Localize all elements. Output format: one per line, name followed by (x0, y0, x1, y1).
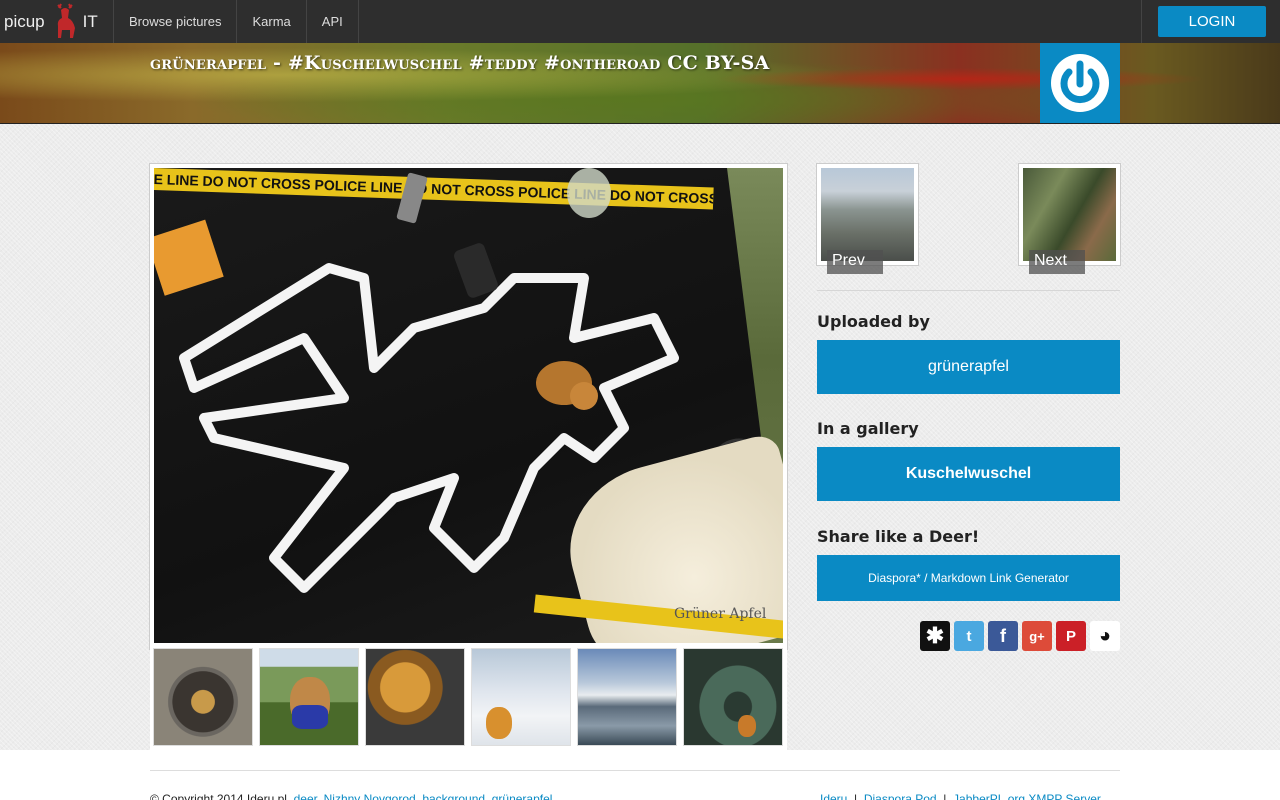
nav-browse-pictures[interactable]: Browse pictures (114, 0, 238, 43)
facebook-icon[interactable]: f (988, 621, 1018, 651)
gallery-thumbnail[interactable] (577, 648, 677, 746)
gallery-thumbnail[interactable] (471, 648, 571, 746)
brand-text-right: IT (82, 11, 98, 31)
twitter-icon[interactable]: t (954, 621, 984, 651)
gallery-thumbnail[interactable] (153, 648, 253, 746)
google-plus-icon[interactable]: g+ (1022, 621, 1052, 651)
power-button[interactable] (1040, 43, 1120, 123)
gallery-button[interactable]: Kuschelwuschel (817, 447, 1120, 501)
footer-link-jabber[interactable]: JabberPL.org XMPP Server (953, 792, 1101, 800)
gallery-thumbnail[interactable] (365, 648, 465, 746)
prev-picture-image (821, 168, 914, 261)
next-picture[interactable]: Next (1018, 163, 1121, 274)
gallery-thumbnail[interactable] (259, 648, 359, 746)
diaspora-icon[interactable]: ✱ (920, 621, 950, 651)
main-photo-frame: E LINE DO NOT CROSS POLICE LINE DO NOT C… (149, 163, 788, 650)
top-navbar: picup IT Browse pictures Karma API LOGIN (0, 0, 1280, 43)
footer-link-background[interactable]: Nizhny Novgorod, background (324, 792, 485, 800)
footer-link-diaspora[interactable]: Diaspora Pod (864, 792, 937, 800)
copyright-text: © Copyright 2014 Ideru.pl (150, 792, 287, 800)
prev-label: Prev (827, 250, 883, 274)
page-title: grünerapfel - #Kuschelwuschel #teddy #on… (150, 52, 770, 74)
footer: © Copyright 2014 Ideru.pl, deer, Nizhny … (0, 750, 1280, 800)
footer-copyright: © Copyright 2014 Ideru.pl, deer, Nizhny … (150, 792, 552, 800)
sidebar-divider (817, 290, 1120, 291)
footer-link-author[interactable]: grünerapfel (492, 792, 553, 800)
reddit-icon[interactable]: ◕ (1090, 621, 1120, 651)
deer-icon (56, 3, 75, 38)
nav-api[interactable]: API (307, 0, 359, 43)
gallery-thumbnail[interactable] (683, 648, 783, 746)
uploader-button[interactable]: grünerapfel (817, 340, 1120, 394)
footer-link-ideru[interactable]: Ideru (820, 792, 847, 800)
gallery-heading: In a gallery (817, 419, 919, 438)
pinterest-icon[interactable]: P (1056, 621, 1086, 651)
uploaded-by-heading: Uploaded by (817, 312, 930, 331)
nav-karma[interactable]: Karma (237, 0, 307, 43)
share-heading: Share like a Deer! (817, 527, 980, 546)
main-photo[interactable]: E LINE DO NOT CROSS POLICE LINE DO NOT C… (154, 168, 783, 643)
prev-picture[interactable]: Prev (816, 163, 919, 274)
next-picture-image (1023, 168, 1116, 261)
teddy-figure (738, 715, 756, 737)
footer-links: Ideru | Diaspora Pod | JabberPL.org XMPP… (820, 792, 1101, 800)
gallery-thumbnails (150, 644, 787, 750)
brand-logo[interactable]: picup IT (0, 0, 114, 43)
login-button[interactable]: LOGIN (1158, 6, 1266, 37)
link-generator-button[interactable]: Diaspora* / Markdown Link Generator (817, 555, 1120, 601)
teddy-figure (486, 707, 512, 739)
footer-divider (150, 770, 1120, 771)
title-banner: grünerapfel - #Kuschelwuschel #teddy #on… (0, 43, 1280, 124)
photo-watermark: Grüner Apfel (674, 606, 767, 622)
footer-link-deer[interactable]: deer (294, 792, 317, 800)
brand-text-left: picup (4, 11, 45, 31)
power-icon (1051, 54, 1109, 112)
teddy-shirt (292, 705, 328, 729)
login-area: LOGIN (1141, 0, 1280, 43)
share-icons: ✱ t f g+ P ◕ (920, 621, 1120, 651)
next-label: Next (1029, 250, 1085, 274)
